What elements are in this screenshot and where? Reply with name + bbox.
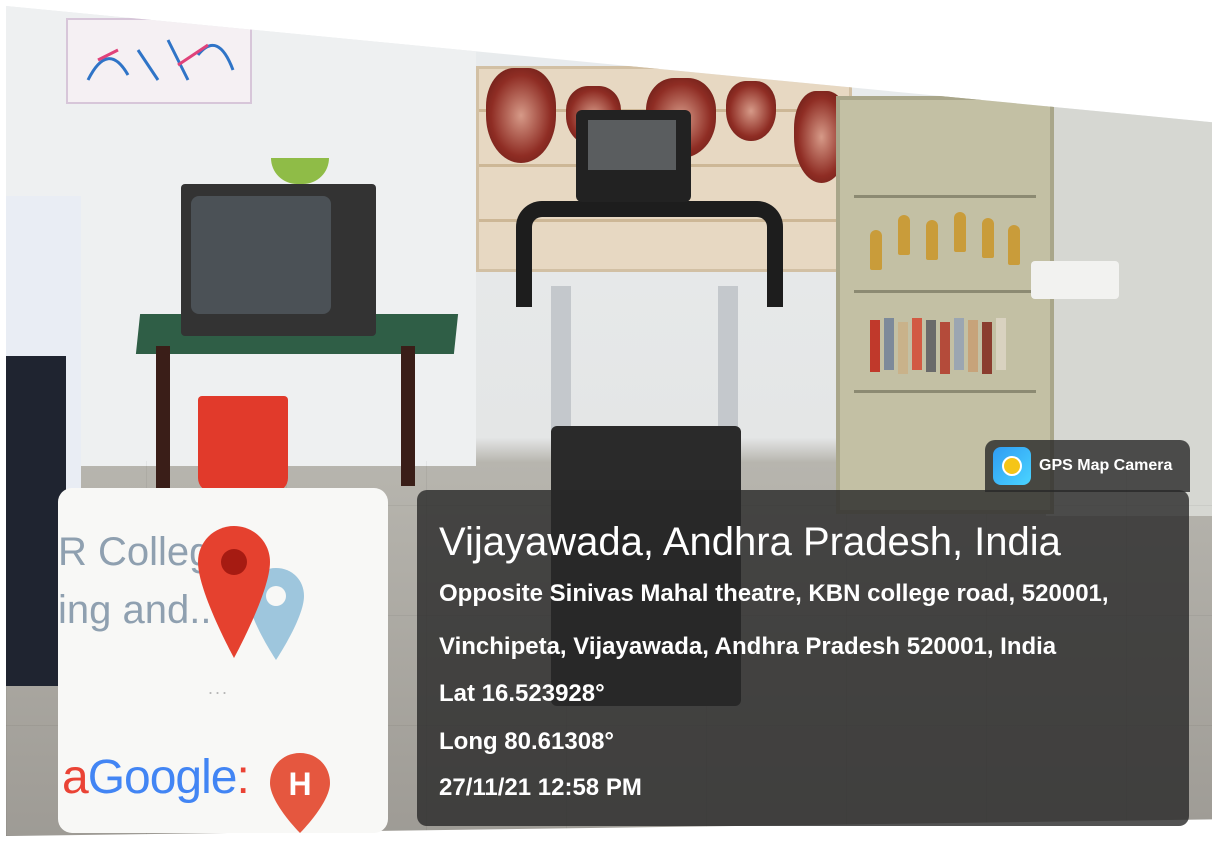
sink [1031,261,1119,299]
address-line: Vinchipeta, Vijayawada, Andhra Pradesh 5… [439,633,1057,660]
person-legs [6,356,66,686]
map-thumbnail: R Colleg ing and.. ... aGoogle: H [58,488,388,833]
google-logo: aGoogle: [62,751,250,804]
treadmill-screen [588,120,676,170]
treadmill-post [718,286,738,436]
table-leg [156,346,170,496]
treadmill-post [551,286,571,436]
shield-plaque [726,81,776,141]
treadmill-console [576,110,691,202]
tv-screen [191,196,331,314]
gps-camera-icon [993,447,1031,485]
wall-painting [66,18,252,104]
map-place-label: R Colleg [58,530,212,574]
bucket [198,396,288,492]
table-leg [401,346,415,486]
google-logo-text: Google [87,751,238,804]
hospital-marker-icon: H [270,753,330,833]
address-line: Opposite Sinivas Mahal theatre, KBN coll… [439,580,1109,607]
map-ellipsis: ... [208,678,230,698]
longitude: Long 80.61308° [439,728,615,755]
location-info-panel: Vijayawada, Andhra Pradesh, India Opposi… [417,490,1189,826]
television [181,184,376,336]
gps-camera-tag: GPS Map Camera [985,440,1190,492]
place-title: Vijayawada, Andhra Pradesh, India [439,520,1061,564]
map-pin-icon [198,526,270,658]
timestamp: 27/11/21 12:58 PM [439,774,642,801]
latitude: Lat 16.523928° [439,680,605,707]
hospital-marker-letter: H [288,766,311,802]
map-place-label: ing and.. [58,588,212,632]
gps-camera-label: GPS Map Camera [1039,457,1173,474]
shield-plaque [486,68,556,163]
painting-figures-icon [86,39,235,81]
